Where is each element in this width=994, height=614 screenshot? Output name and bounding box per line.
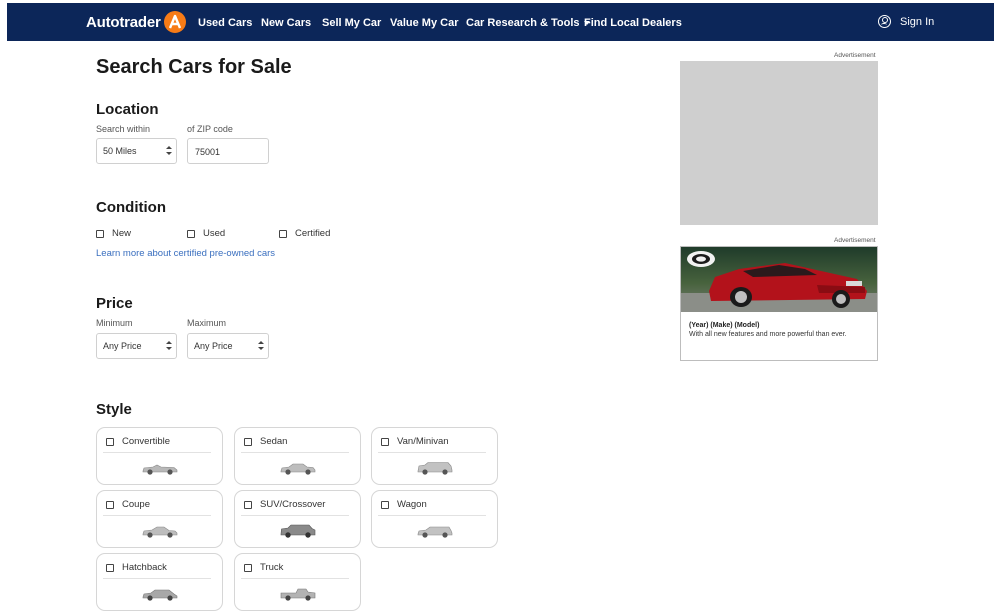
logo-text: Autotrader — [86, 13, 161, 31]
page-title: Search Cars for Sale — [96, 56, 292, 78]
ad-card-title: (Year) (Make) (Model) — [689, 322, 760, 329]
wagon-car-icon — [417, 526, 453, 538]
nav-new-cars[interactable]: New Cars — [261, 17, 311, 29]
price-min-label: Minimum — [96, 318, 133, 328]
style-wagon-card[interactable]: Wagon — [371, 490, 498, 548]
checkbox-icon — [244, 437, 252, 446]
checkbox-icon — [106, 500, 114, 509]
style-hatchback-label: Hatchback — [122, 562, 167, 573]
condition-heading: Condition — [96, 199, 166, 216]
select-arrows-icon — [166, 341, 172, 351]
divider — [241, 515, 349, 516]
price-min-value: Any Price — [103, 341, 142, 351]
divider — [241, 578, 349, 579]
price-max-label: Maximum — [187, 318, 227, 328]
divider — [103, 515, 211, 516]
condition-used-checkbox[interactable]: Used — [187, 228, 225, 239]
checkbox-icon — [381, 500, 389, 509]
sign-in-label: Sign In — [900, 15, 935, 28]
hatchback-car-icon — [142, 589, 178, 601]
car-advertisement-card[interactable]: (Year) (Make) (Model) With all new featu… — [680, 246, 878, 361]
ad-card-description: With all new features and more powerful … — [689, 331, 847, 338]
style-suv-crossover-card[interactable]: SUV/Crossover — [234, 490, 361, 548]
condition-new-checkbox[interactable]: New — [96, 228, 131, 239]
checkbox-icon — [244, 500, 252, 509]
advertisement-label-1: Advertisement — [834, 52, 876, 59]
autotrader-logo[interactable]: Autotrader — [86, 11, 186, 33]
select-arrows-icon — [258, 341, 264, 351]
style-coupe-label: Coupe — [122, 499, 150, 510]
condition-certified-label: Certified — [295, 228, 331, 239]
truck-car-icon — [280, 588, 316, 601]
divider — [241, 452, 349, 453]
checkbox-icon — [96, 229, 104, 238]
style-sedan-card[interactable]: Sedan — [234, 427, 361, 485]
style-sedan-label: Sedan — [260, 436, 288, 447]
nav-used-cars[interactable]: Used Cars — [198, 17, 252, 29]
price-min-select[interactable]: Any Price — [96, 333, 177, 359]
divider — [378, 515, 486, 516]
zip-label: of ZIP code — [187, 124, 233, 134]
sedan-car-icon — [280, 463, 316, 475]
select-arrows-icon — [166, 146, 172, 156]
style-van-minivan-label: Van/Minivan — [397, 436, 449, 447]
checkbox-icon — [244, 563, 252, 572]
coupe-car-icon — [142, 526, 178, 538]
style-coupe-card[interactable]: Coupe — [96, 490, 223, 548]
nav-sell-my-car[interactable]: Sell My Car — [322, 17, 381, 29]
condition-certified-checkbox[interactable]: Certified — [279, 228, 330, 239]
style-heading: Style — [96, 401, 132, 418]
nav-car-research-label: Car Research & Tools — [466, 17, 580, 29]
style-convertible-label: Convertible — [122, 436, 171, 447]
suv-car-icon — [280, 524, 316, 538]
checkbox-icon — [187, 229, 195, 238]
learn-cpo-link[interactable]: Learn more about certified pre-owned car… — [96, 248, 275, 259]
checkbox-icon — [106, 563, 114, 572]
style-truck-card[interactable]: Truck — [234, 553, 361, 611]
style-suv-crossover-label: SUV/Crossover — [260, 499, 326, 510]
price-heading: Price — [96, 295, 133, 312]
search-radius-select[interactable]: 50 Miles — [96, 138, 177, 164]
nav-find-local-dealers[interactable]: Find Local Dealers — [584, 17, 682, 29]
nav-value-my-car[interactable]: Value My Car — [390, 17, 458, 29]
minivan-car-icon — [417, 462, 453, 475]
style-van-minivan-card[interactable]: Van/Minivan — [371, 427, 498, 485]
advertisement-placeholder — [680, 61, 878, 225]
style-convertible-card[interactable]: Convertible — [96, 427, 223, 485]
divider — [103, 452, 211, 453]
style-hatchback-card[interactable]: Hatchback — [96, 553, 223, 611]
zip-code-input[interactable]: 75001 — [187, 138, 269, 164]
search-radius-value: 50 Miles — [103, 146, 137, 156]
checkbox-icon — [381, 437, 389, 446]
advertisement-label-2: Advertisement — [834, 237, 876, 244]
sign-in-button[interactable]: Sign In — [878, 15, 934, 28]
style-truck-label: Truck — [260, 562, 284, 573]
style-wagon-label: Wagon — [397, 499, 427, 510]
location-heading: Location — [96, 101, 159, 118]
convertible-car-icon — [142, 464, 178, 475]
checkbox-icon — [279, 229, 287, 238]
top-nav: Autotrader Used Cars New Cars Sell My Ca… — [7, 3, 994, 41]
divider — [378, 452, 486, 453]
condition-new-label: New — [112, 228, 132, 239]
divider — [103, 578, 211, 579]
search-within-label: Search within — [96, 124, 151, 134]
condition-used-label: Used — [203, 228, 226, 239]
price-max-select[interactable]: Any Price — [187, 333, 269, 359]
zip-code-value: 75001 — [195, 147, 221, 157]
price-max-value: Any Price — [194, 341, 233, 351]
logo-a-icon — [163, 11, 186, 33]
user-icon — [878, 15, 891, 28]
checkbox-icon — [106, 437, 114, 446]
nav-car-research-tools[interactable]: Car Research & Tools — [466, 17, 590, 29]
red-sedan-ad-image — [681, 247, 877, 312]
